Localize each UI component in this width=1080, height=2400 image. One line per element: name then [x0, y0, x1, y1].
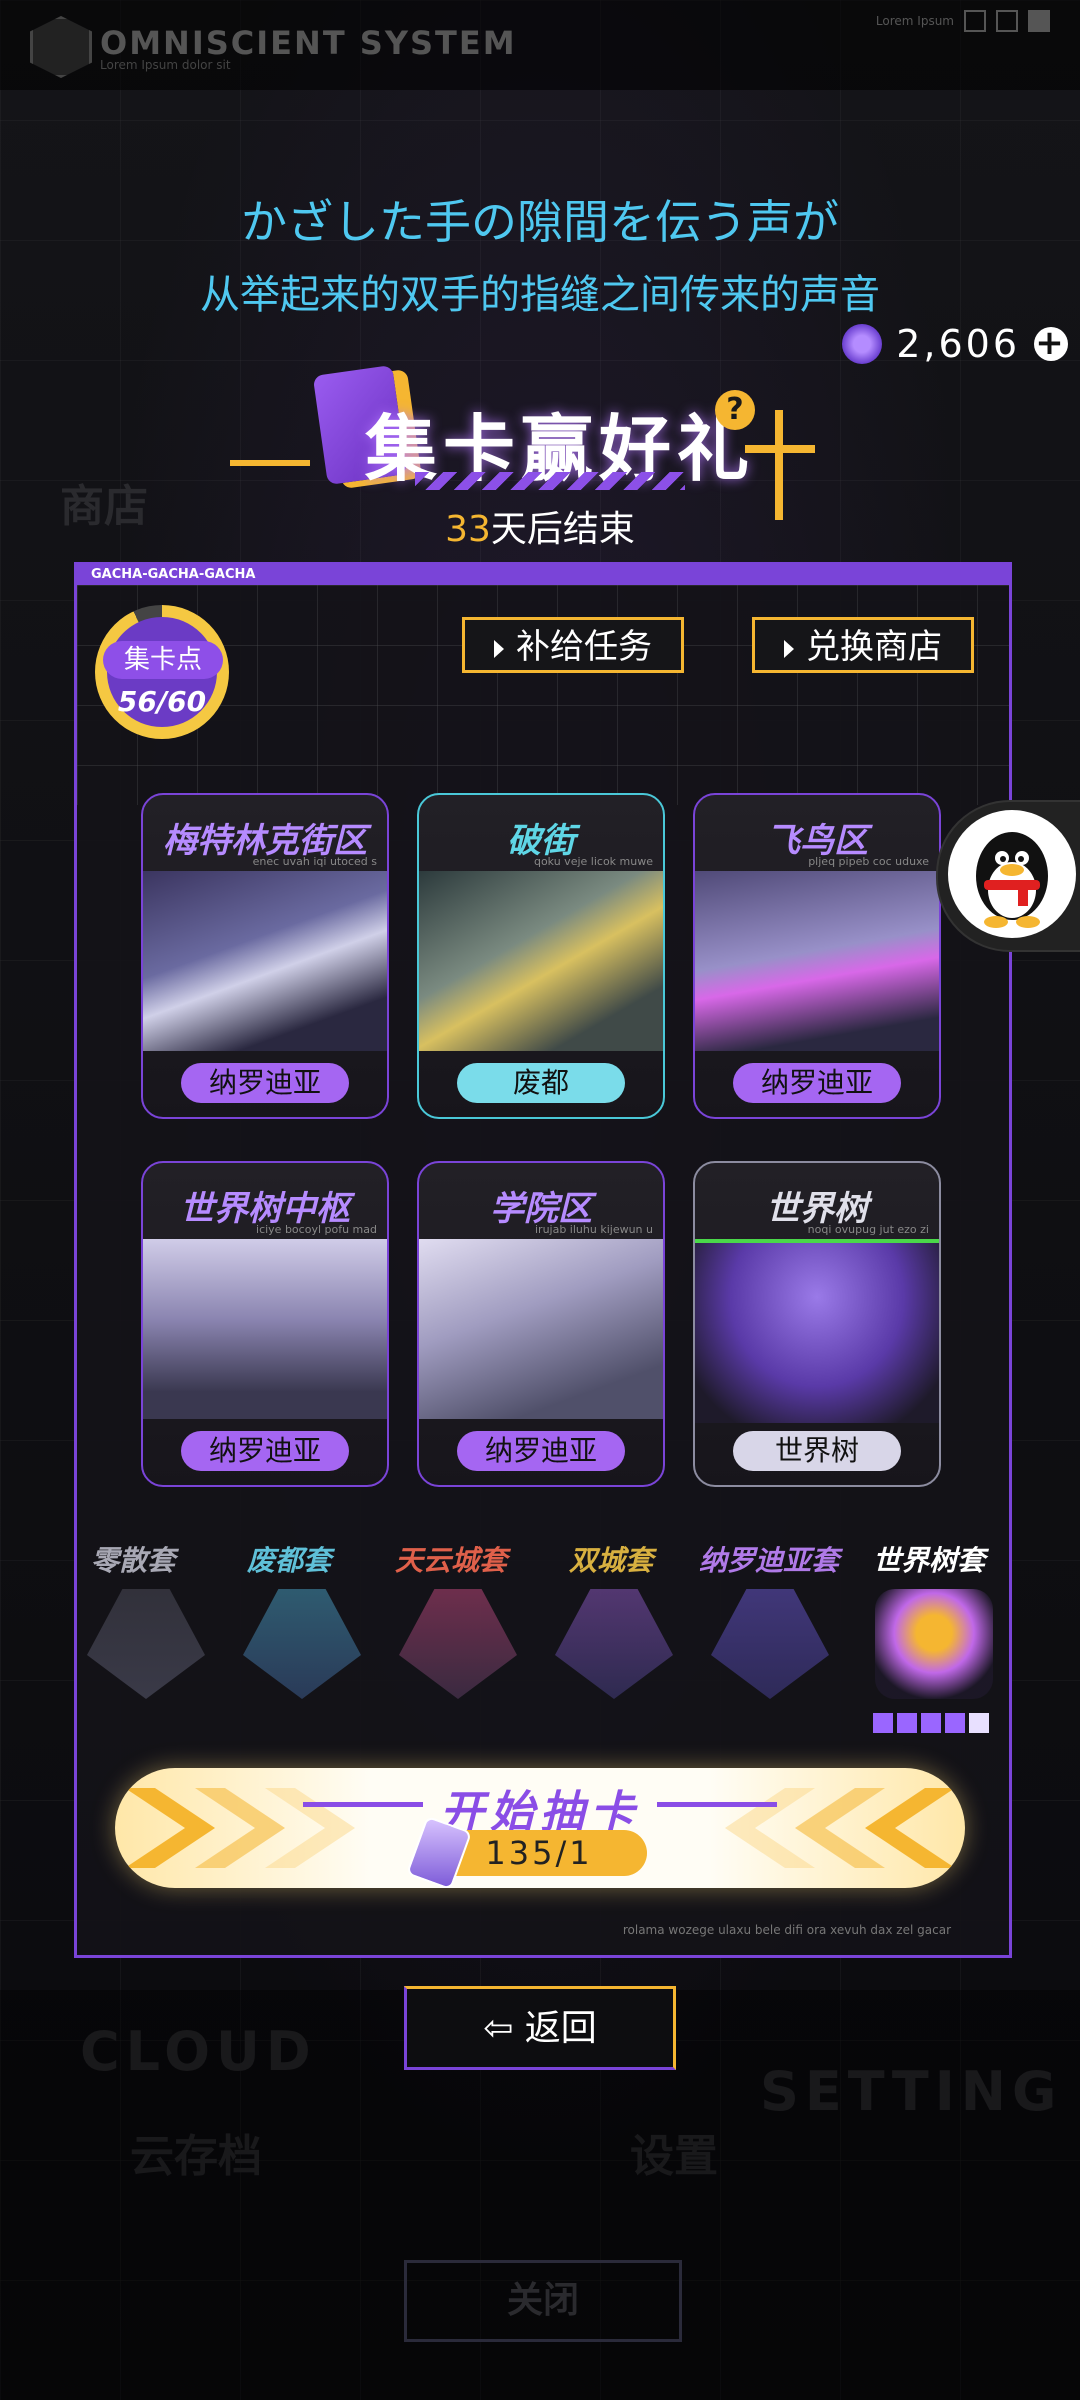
district-card-broken-street[interactable]: 破街 qoku veje licok muwe 废都	[417, 793, 665, 1119]
card-subtitle: qoku veje licok muwe	[533, 855, 653, 868]
supply-task-button[interactable]: 补给任务	[462, 617, 684, 673]
supply-task-label: 补给任务	[516, 627, 652, 667]
district-card-world-tree-core[interactable]: 世界树中枢 iciye bocoyl pofu mad 纳罗迪亚	[141, 1161, 389, 1487]
set-label-sky-city: 天云城套	[395, 1544, 508, 1577]
back-arrow-icon: ⇦	[483, 2008, 525, 2049]
crystal-icon	[842, 324, 883, 364]
system-logo-icon	[30, 16, 92, 78]
card-illustration	[695, 871, 939, 1051]
plus-icon[interactable]: +	[1034, 326, 1068, 361]
set-pager	[873, 1713, 989, 1733]
card-subtitle: noqi ovupug jut ezo zi	[807, 1223, 929, 1236]
start-draw-button[interactable]: 开始抽卡 135/1	[115, 1768, 965, 1888]
card-illustration	[695, 1239, 939, 1423]
currency-display: 2,606 +	[842, 322, 1068, 366]
card-points-value: 56/60	[117, 685, 207, 718]
currency-amount: 2,606	[896, 322, 1020, 366]
pager-dot	[945, 1713, 965, 1733]
set-icon-twin-city[interactable]	[555, 1589, 673, 1699]
card-illustration	[419, 1239, 663, 1419]
card-points-ring: 集卡点 56/60	[95, 605, 229, 739]
system-subtitle: Lorem Ipsum dolor sit	[100, 58, 231, 72]
banner-zigzag	[415, 472, 685, 490]
banner-line-left	[230, 460, 310, 466]
panel-tag: GACHA-GACHA-GACHA	[77, 565, 1009, 585]
district-card-flying-bird[interactable]: 飞鸟区 pljeq pipeb coc uduxe 纳罗迪亚	[693, 793, 941, 1119]
top-right-controls: Lorem Ipsum	[876, 10, 1050, 32]
qq-float-button[interactable]	[936, 800, 1080, 952]
card-faction-tag: 纳罗迪亚	[733, 1063, 901, 1103]
play-arrow-icon	[494, 639, 504, 658]
countdown-text: 天后结束	[490, 509, 635, 550]
set-label-twin-city: 双城套	[569, 1544, 654, 1577]
set-icon-ruined-city[interactable]	[243, 1589, 361, 1699]
district-card-maeterlinck[interactable]: 梅特林克街区 enec uvah iqi utoced s 纳罗迪亚	[141, 793, 389, 1119]
set-label-scattered: 零散套	[91, 1544, 176, 1577]
panel-footer-text: rolama wozege ulaxu bele difi ora xevuh …	[622, 1923, 951, 1937]
play-arrow-icon	[784, 639, 794, 658]
lyric-line-cn: 从举起来的双手的指缝之间传来的声音	[200, 272, 880, 318]
set-label-narodia: 纳罗迪亚套	[699, 1544, 840, 1577]
system-topbar: OMNISCIENT SYSTEM Lorem Ipsum dolor sit …	[0, 0, 1080, 90]
card-faction-tag: 纳罗迪亚	[181, 1063, 349, 1103]
set-icon-narodia[interactable]	[711, 1589, 829, 1699]
card-subtitle: iciye bocoyl pofu mad	[256, 1223, 377, 1236]
card-points-label: 集卡点	[103, 641, 223, 679]
set-icon-scattered[interactable]	[87, 1589, 205, 1699]
pager-dot-active	[969, 1713, 989, 1733]
card-subtitle: pljeq pipeb coc uduxe	[808, 855, 929, 868]
back-button[interactable]: ⇦ 返回	[404, 1986, 676, 2070]
set-icon-sky-city[interactable]	[399, 1589, 517, 1699]
lyric-line-jp: かざした手の隙間を伝う声が	[241, 195, 839, 249]
countdown-days: 33	[445, 509, 491, 550]
pager-dot	[897, 1713, 917, 1733]
banner-cross-horizontal	[745, 445, 815, 453]
event-countdown: 33天后结束	[0, 500, 1080, 552]
card-subtitle: irujab iluhu kijewun u	[534, 1223, 653, 1236]
pager-dot	[921, 1713, 941, 1733]
card-subtitle: enec uvah iqi utoced s	[252, 855, 377, 868]
card-faction-tag: 纳罗迪亚	[181, 1431, 349, 1471]
pager-dot	[873, 1713, 893, 1733]
exchange-shop-label: 兑换商店	[806, 627, 942, 667]
back-label: 返回	[524, 2008, 597, 2049]
ghost-close-button: 关闭	[404, 2260, 682, 2342]
card-illustration	[143, 871, 387, 1051]
set-label-world-tree: 世界树套	[873, 1544, 986, 1577]
set-icon-world-tree[interactable]	[875, 1589, 993, 1699]
window-minimize-icon[interactable]	[964, 10, 986, 32]
card-faction-tag: 纳罗迪亚	[457, 1431, 625, 1471]
district-card-academy[interactable]: 学院区 irujab iluhu kijewun u 纳罗迪亚	[417, 1161, 665, 1487]
card-faction-tag: 世界树	[733, 1431, 901, 1471]
card-points-inner: 集卡点 56/60	[103, 617, 223, 727]
exchange-shop-button[interactable]: 兑换商店	[752, 617, 974, 673]
district-card-world-tree[interactable]: 世界树 noqi ovupug jut ezo zi 世界树	[693, 1161, 941, 1487]
card-illustration	[143, 1239, 387, 1419]
system-title: OMNISCIENT SYSTEM	[100, 24, 517, 62]
window-restore-icon[interactable]	[996, 10, 1018, 32]
window-close-icon[interactable]	[1028, 10, 1050, 32]
qq-penguin-icon	[948, 810, 1076, 938]
card-illustration	[419, 871, 663, 1051]
gacha-panel: GACHA-GACHA-GACHA 集卡点 56/60 补给任务 兑换商店 梅特…	[74, 562, 1012, 1958]
help-icon[interactable]: ?	[715, 390, 755, 430]
set-label-ruined-city: 废都套	[247, 1544, 332, 1577]
card-faction-tag: 废都	[457, 1063, 625, 1103]
top-right-text: Lorem Ipsum	[875, 14, 954, 28]
